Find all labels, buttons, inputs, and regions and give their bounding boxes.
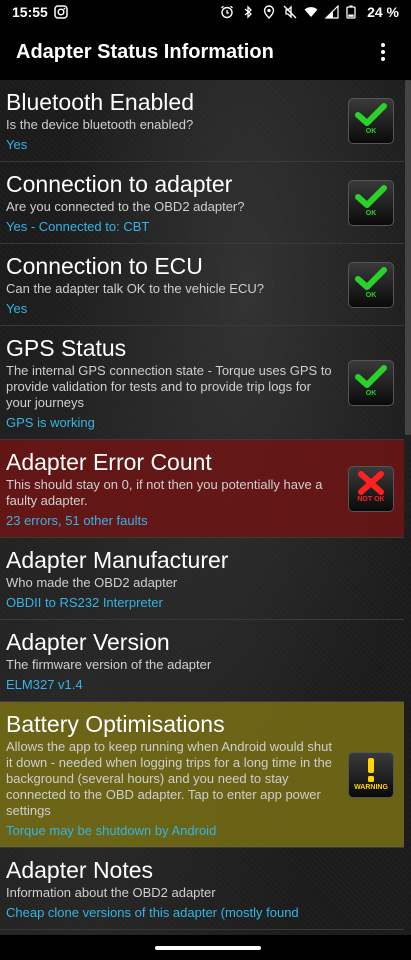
scrollbar[interactable]: [405, 80, 411, 435]
home-gesture-handle[interactable]: [155, 946, 261, 950]
list-item-bluetooth-enabled[interactable]: Bluetooth Enabled Is the device bluetoot…: [0, 80, 404, 162]
navigation-bar: [0, 935, 411, 960]
list-item-connection-to-ecu[interactable]: Connection to ECU Can the adapter talk O…: [0, 244, 404, 326]
battery-icon: [346, 5, 360, 19]
item-value: Yes: [6, 137, 28, 152]
status-label: WARNING: [354, 783, 388, 791]
bluetooth-icon: [241, 5, 255, 19]
item-title: Battery Optimisations: [6, 711, 225, 737]
item-value: Yes - Connected to: CBT: [6, 219, 150, 234]
status-label: OK: [365, 209, 377, 217]
ok-status-badge: OK: [348, 179, 394, 226]
item-title: Bluetooth Enabled: [6, 89, 194, 115]
status-label: NOT OK: [357, 495, 385, 503]
ok-status-badge: OK: [348, 97, 394, 144]
mute-icon: [283, 5, 297, 19]
list-item-gps-status[interactable]: GPS Status The internal GPS connection s…: [0, 326, 404, 440]
item-description: The firmware version of the adapter: [6, 657, 212, 672]
list-item-adapter-version[interactable]: Adapter Version The firmware version of …: [0, 620, 404, 702]
status-time: 15:55: [12, 4, 48, 20]
cross-icon: [358, 470, 384, 495]
item-title: Adapter Version: [6, 629, 170, 655]
ok-status-badge: OK: [348, 359, 394, 406]
list-item-adapter-error-count[interactable]: Adapter Error Count This should stay on …: [0, 440, 404, 538]
wifi-icon: [304, 5, 318, 19]
item-value: Yes: [6, 301, 28, 316]
item-title: GPS Status: [6, 335, 127, 361]
page-title: Adapter Status Information: [16, 40, 274, 63]
item-value: Torque may be shutdown by Android: [6, 823, 217, 838]
status-label: OK: [365, 389, 377, 397]
signal-icon: [324, 4, 339, 19]
item-description: Information about the OBD2 adapter: [6, 885, 216, 900]
check-icon: [355, 102, 387, 126]
item-description: Allows the app to keep running when Andr…: [6, 739, 332, 818]
overflow-menu-icon[interactable]: [371, 40, 395, 64]
location-icon: [262, 5, 276, 19]
list-item-adapter-manufacturer[interactable]: Adapter Manufacturer Who made the OBD2 a…: [0, 538, 404, 620]
status-label: OK: [365, 127, 377, 135]
exclamation-icon: [368, 757, 374, 782]
list-item-adapter-notes[interactable]: Adapter Notes Information about the OBD2…: [0, 848, 404, 930]
item-description: The internal GPS connection state - Torq…: [6, 363, 332, 410]
item-title: Adapter Notes: [6, 857, 154, 883]
app-bar: Adapter Status Information: [0, 24, 411, 80]
battery-percentage: 24 %: [367, 4, 399, 20]
item-description: Is the device bluetooth enabled?: [6, 117, 194, 132]
item-title: Adapter Error Count: [6, 449, 212, 475]
item-title: Connection to adapter: [6, 171, 233, 197]
item-value: 23 errors, 51 other faults: [6, 513, 148, 528]
item-value: GPS is working: [6, 415, 95, 430]
check-icon: [355, 266, 387, 290]
check-icon: [355, 184, 387, 208]
not-ok-status-badge: NOT OK: [348, 465, 394, 512]
item-value: ELM327 v1.4: [6, 677, 83, 692]
status-list: Bluetooth Enabled Is the device bluetoot…: [0, 80, 411, 935]
item-title: Adapter Manufacturer: [6, 547, 229, 573]
item-description: This should stay on 0, if not then you p…: [6, 477, 323, 508]
check-icon: [355, 364, 387, 388]
status-label: OK: [365, 291, 377, 299]
alarm-icon: [220, 5, 234, 19]
ok-status-badge: OK: [348, 261, 394, 308]
item-title: Connection to ECU: [6, 253, 203, 279]
list-item-connection-to-adapter[interactable]: Connection to adapter Are you connected …: [0, 162, 404, 244]
item-description: Who made the OBD2 adapter: [6, 575, 178, 590]
item-value: Cheap clone versions of this adapter (mo…: [6, 905, 299, 920]
status-bar: 15:55 24 %: [0, 0, 411, 24]
list-item-battery-optimisations[interactable]: Battery Optimisations Allows the app to …: [0, 702, 404, 848]
item-description: Are you connected to the OBD2 adapter?: [6, 199, 245, 214]
warning-status-badge: WARNING: [348, 751, 394, 798]
item-value: OBDII to RS232 Interpreter: [6, 595, 163, 610]
instagram-icon: [54, 5, 68, 19]
item-description: Can the adapter talk OK to the vehicle E…: [6, 281, 264, 296]
